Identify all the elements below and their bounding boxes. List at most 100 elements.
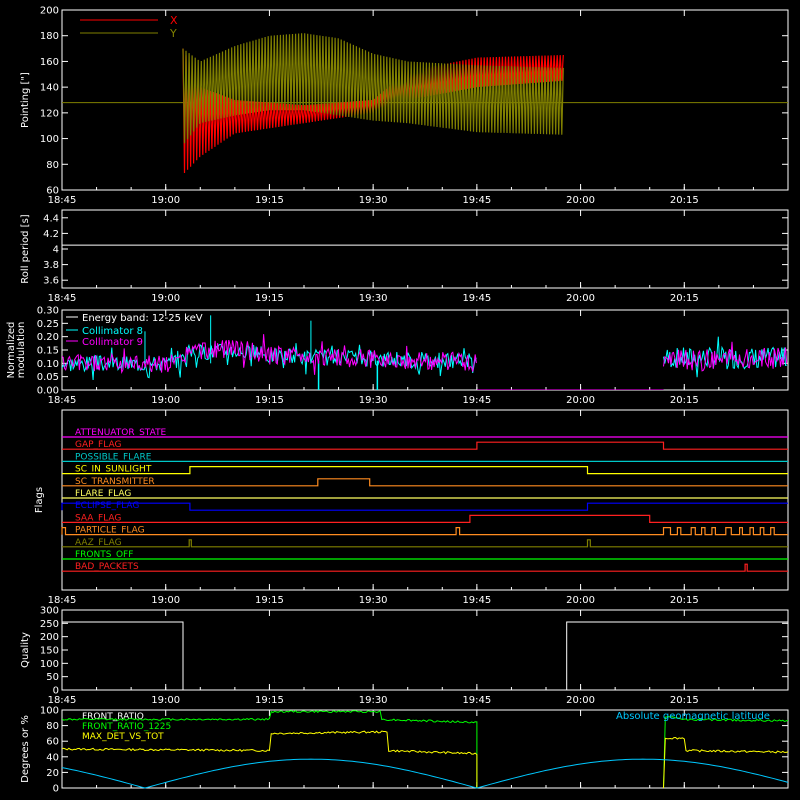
flag-label: ECLIPSE_FLAG bbox=[75, 501, 139, 511]
y-tick-label: 20 bbox=[46, 768, 59, 779]
panel-3: 0.000.050.100.150.200.250.30Normalized mo… bbox=[6, 306, 789, 406]
y-tick-label: 80 bbox=[46, 160, 59, 171]
legend-label: FRONT_RATIO_1225 bbox=[82, 722, 171, 732]
panel-6: 0 20 40 60 80 100 Degrees or % FRONT_RATIOFRONT… bbox=[20, 706, 789, 795]
y-tick-label: 4.2 bbox=[43, 229, 59, 240]
flag-line-aaz-flag bbox=[62, 539, 788, 548]
flag-label: SC_IN_SUNLIGHT bbox=[75, 465, 152, 475]
time-tick-label: 20:00 bbox=[566, 595, 595, 606]
time-tick-label: 19:45 bbox=[462, 293, 491, 304]
y-axis-label: Flags bbox=[34, 487, 45, 513]
time-tick-label: 20:15 bbox=[670, 195, 699, 206]
flag-label: SAA_FLAG bbox=[75, 513, 121, 523]
y-axis-label: Quality bbox=[20, 632, 31, 668]
time-tick-label: 19:45 bbox=[462, 395, 491, 406]
time-tick-label: 19:00 bbox=[151, 595, 180, 606]
y-tick-label: 0.05 bbox=[37, 372, 59, 383]
time-tick-label: 18:45 bbox=[48, 395, 77, 406]
ratio-line bbox=[62, 730, 788, 788]
panel-1: 6080100120140160180200Pointing ["]XY bbox=[20, 6, 789, 197]
legend-label: Collimator 9 bbox=[82, 337, 143, 348]
flag-label: FLARE_FLAG bbox=[75, 489, 131, 499]
flag-line-saa-flag bbox=[62, 514, 788, 524]
y-tick-label: 200 bbox=[40, 6, 59, 17]
time-tick-label: 19:30 bbox=[359, 195, 388, 206]
time-tick-label: 19:45 bbox=[462, 695, 491, 706]
y-tick-label: 300 bbox=[40, 606, 59, 617]
y-tick-label: 60 bbox=[46, 737, 59, 748]
time-tick-label: 19:45 bbox=[462, 595, 491, 606]
y-tick-label: 40 bbox=[46, 752, 59, 763]
time-tick-label: 20:15 bbox=[670, 293, 699, 304]
time-tick-label: 20:00 bbox=[566, 195, 595, 206]
y-tick-label: 0.10 bbox=[37, 359, 59, 370]
y-tick-label: 4 bbox=[53, 245, 59, 256]
dropout-mark bbox=[376, 360, 379, 390]
y-tick-label: 50 bbox=[46, 672, 59, 683]
flag-label: POSSIBLE_FLARE bbox=[75, 452, 152, 462]
y-tick-label: 140 bbox=[40, 83, 59, 94]
y-tick-label: 0.20 bbox=[37, 332, 59, 343]
legend-label-geomag: Absolute geomagnetic latitude bbox=[616, 711, 770, 722]
y-tick-label: 80 bbox=[46, 721, 59, 732]
y-tick-label: 0.25 bbox=[37, 319, 59, 330]
legend-label: Collimator 8 bbox=[82, 326, 143, 337]
time-tick-label: 20:15 bbox=[670, 695, 699, 706]
legend-label: FRONT_RATIO bbox=[82, 712, 144, 722]
flag-label: BAD_PACKETS bbox=[75, 562, 139, 572]
time-tick-label: 20:15 bbox=[670, 595, 699, 606]
y-tick-label: 0.30 bbox=[37, 306, 59, 317]
legend-title: Energy band: 12-25 keV bbox=[82, 313, 203, 324]
y-axis-label: Pointing ["] bbox=[20, 72, 31, 128]
y-tick-label: 4.4 bbox=[43, 213, 59, 224]
y-axis-label: Roll period [s] bbox=[20, 214, 31, 283]
time-tick-label: 19:45 bbox=[462, 195, 491, 206]
y-tick-label: 120 bbox=[40, 108, 59, 119]
panel-2: 3.6 3.8 4 4.2 4.4 Roll period [s] 18:45 19:00 19… bbox=[20, 195, 789, 304]
dropout-mark bbox=[317, 360, 320, 390]
time-tick-label: 19:30 bbox=[359, 293, 388, 304]
y-tick-label: 0 bbox=[53, 784, 59, 795]
time-tick-label: 19:15 bbox=[255, 395, 284, 406]
time-tick-label: 19:15 bbox=[255, 293, 284, 304]
y-tick-label: 0.15 bbox=[37, 346, 59, 357]
time-tick-label: 19:30 bbox=[359, 595, 388, 606]
time-tick-label: 18:45 bbox=[48, 595, 77, 606]
time-tick-label: 19:30 bbox=[359, 695, 388, 706]
y-tick-label: 200 bbox=[40, 632, 59, 643]
y-tick-label: 150 bbox=[40, 646, 59, 657]
y-tick-label: 180 bbox=[40, 31, 59, 42]
time-tick-label: 20:00 bbox=[566, 395, 595, 406]
time-tick-label: 20:15 bbox=[670, 395, 699, 406]
flag-line-particle-flag bbox=[61, 526, 788, 536]
flag-line-gap-flag bbox=[62, 441, 788, 450]
y-axis-label: modulation bbox=[16, 322, 27, 379]
figure-canvas: 6080100120140160180200Pointing ["]XY3.63… bbox=[0, 0, 800, 800]
time-tick-label: 19:30 bbox=[359, 395, 388, 406]
y-tick-label: 160 bbox=[40, 57, 59, 68]
y-tick-label: 100 bbox=[40, 706, 59, 717]
series-collimator-9-line bbox=[62, 334, 788, 390]
time-tick-label: 19:00 bbox=[151, 293, 180, 304]
flag-line-sc-in-sunlight bbox=[62, 466, 788, 475]
time-tick-label: 19:00 bbox=[151, 395, 180, 406]
time-tick-label: 18:45 bbox=[48, 293, 77, 304]
flag-line-eclipse-flag bbox=[61, 502, 788, 511]
flag-label: ATTENUATOR_STATE bbox=[75, 428, 167, 438]
y-tick-label: 250 bbox=[40, 619, 59, 630]
flag-line-sc-transmitter bbox=[62, 478, 788, 487]
panels-layer: 6080100120140160180200Pointing ["]XY3.63… bbox=[6, 6, 789, 795]
y-tick-label: 100 bbox=[40, 659, 59, 670]
geomagnetic-latitude-line bbox=[61, 758, 789, 789]
panel-4: Flags ATTENUATOR_STATE GAP_FLAG POSSIBLE_FL… bbox=[34, 409, 789, 591]
time-tick-label: 18:45 bbox=[48, 695, 77, 706]
time-tick-label: 19:00 bbox=[151, 195, 180, 206]
y-tick-label: 3.6 bbox=[43, 276, 59, 287]
time-tick-label: 19:15 bbox=[255, 195, 284, 206]
panel-frame bbox=[61, 209, 789, 289]
flag-label: AAZ_FLAG bbox=[75, 538, 122, 548]
time-tick-label: 18:45 bbox=[48, 195, 77, 206]
legend-label-y: Y bbox=[169, 27, 177, 40]
legend-label: MAX_DET_VS_TOT bbox=[82, 732, 164, 742]
quality-line bbox=[62, 621, 788, 691]
